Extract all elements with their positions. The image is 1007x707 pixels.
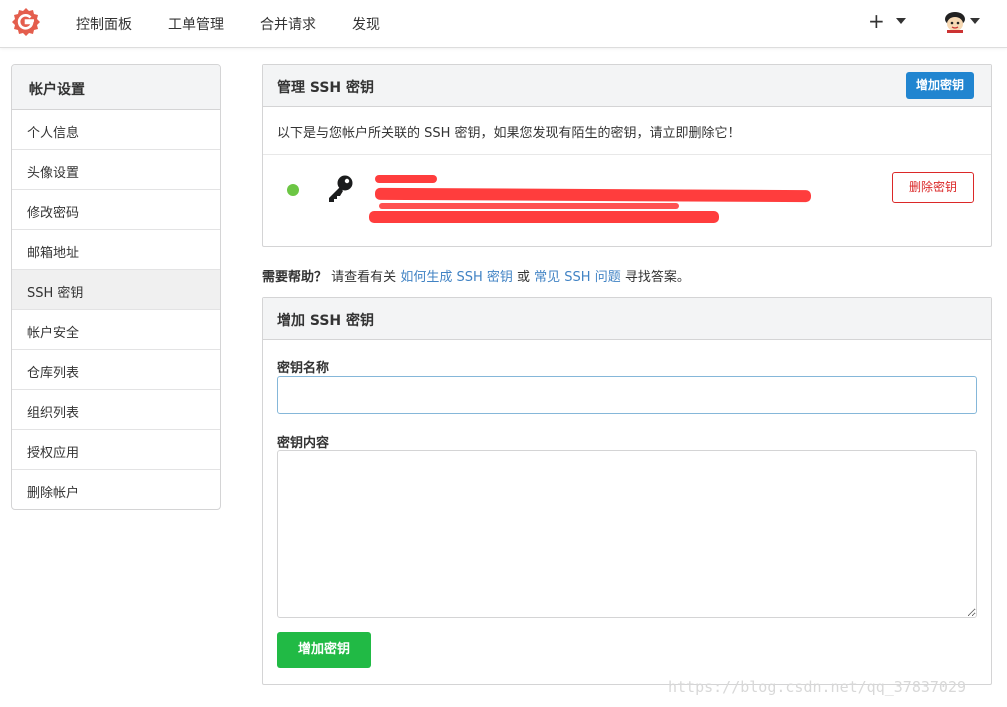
key-name-input[interactable] (277, 376, 977, 414)
help-link-generate-ssh-key[interactable]: 如何生成 SSH 密钥 (400, 270, 513, 285)
sidebar-item[interactable]: 删除帐户 (12, 470, 220, 509)
help-link-common-ssh-problems[interactable]: 常见 SSH 问题 (534, 270, 621, 285)
nav-issues[interactable]: 工单管理 (168, 14, 224, 34)
help-prefix: 需要帮助？ (262, 270, 328, 285)
panel-title: 管理 SSH 密钥 (277, 80, 375, 96)
chevron-down-icon[interactable] (970, 18, 980, 24)
help-text-2: 或 (517, 270, 531, 285)
add-key-button[interactable]: 增加密钥 (905, 72, 974, 99)
sidebar-item[interactable]: 仓库列表 (12, 350, 220, 390)
delete-key-button[interactable]: 删除密钥 (891, 172, 974, 203)
help-text-1: 请查看有关 (331, 270, 397, 285)
nav-pull-requests[interactable]: 合并请求 (260, 14, 316, 34)
help-text-3: 寻找答案。 (624, 270, 690, 285)
redacted-key-date (369, 211, 719, 223)
panel-header: 管理 SSH 密钥 增加密钥 (263, 65, 991, 107)
redacted-key-fingerprint (374, 187, 812, 203)
nav-dashboard[interactable]: 控制面板 (76, 14, 132, 34)
redacted-key-name (375, 175, 437, 183)
redacted-key-date-stroke (379, 203, 679, 209)
sidebar-item[interactable]: 头像设置 (12, 150, 220, 190)
settings-sidebar: 帐户设置 个人信息 头像设置 修改密码 邮箱地址 SSH 密钥 帐户安全 仓库列表 组织列表授… (11, 64, 221, 510)
panel-header: 增加 SSH 密钥 (263, 298, 991, 340)
user-avatar-icon[interactable] (944, 11, 966, 33)
sidebar-item[interactable]: 邮箱地址 (12, 230, 220, 270)
sidebar-item[interactable]: 组织列表 (12, 390, 220, 430)
sidebar-item[interactable]: 帐户安全 (12, 310, 220, 350)
nav-explore[interactable]: 发现 (352, 14, 380, 34)
sidebar-item[interactable]: 授权应用 (12, 430, 220, 470)
sidebar-title: 帐户设置 (12, 65, 220, 110)
add-ssh-key-panel: 增加 SSH 密钥 密钥名称 密钥内容 增加密钥 (262, 297, 992, 685)
chevron-down-icon[interactable] (896, 18, 906, 24)
key-icon (329, 175, 353, 202)
sidebar-item[interactable]: 修改密码 (12, 190, 220, 230)
create-new-button[interactable]: + (868, 11, 885, 31)
key-content-label: 密钥内容 (277, 436, 330, 451)
key-content-textarea[interactable] (277, 450, 977, 618)
key-status-dot-icon (287, 184, 299, 196)
panel-title: 增加 SSH 密钥 (277, 313, 375, 329)
sidebar-item[interactable]: 个人信息 (12, 110, 220, 150)
notice-text: 以下是与您帐户所关联的 SSH 密钥，如果您发现有陌生的密钥，请立即删除它！ (263, 107, 991, 155)
watermark: https://blog.csdn.net/qq_37837029 (668, 678, 967, 696)
key-name-label: 密钥名称 (277, 361, 330, 376)
help-text: 需要帮助？ 请查看有关 如何生成 SSH 密钥 或 常见 SSH 问题 寻找答案… (262, 266, 690, 285)
manage-ssh-keys-panel: 管理 SSH 密钥 增加密钥 以下是与您帐户所关联的 SSH 密钥，如果您发现有… (262, 64, 992, 247)
submit-add-key-button[interactable]: 增加密钥 (277, 632, 372, 668)
sidebar-item[interactable]: SSH 密钥 (12, 270, 220, 310)
gitea-logo-icon[interactable] (11, 7, 41, 37)
top-navbar: 控制面板 工单管理 合并请求 发现 + (0, 0, 1007, 48)
ssh-key-entry: 删除密钥 (263, 155, 991, 245)
